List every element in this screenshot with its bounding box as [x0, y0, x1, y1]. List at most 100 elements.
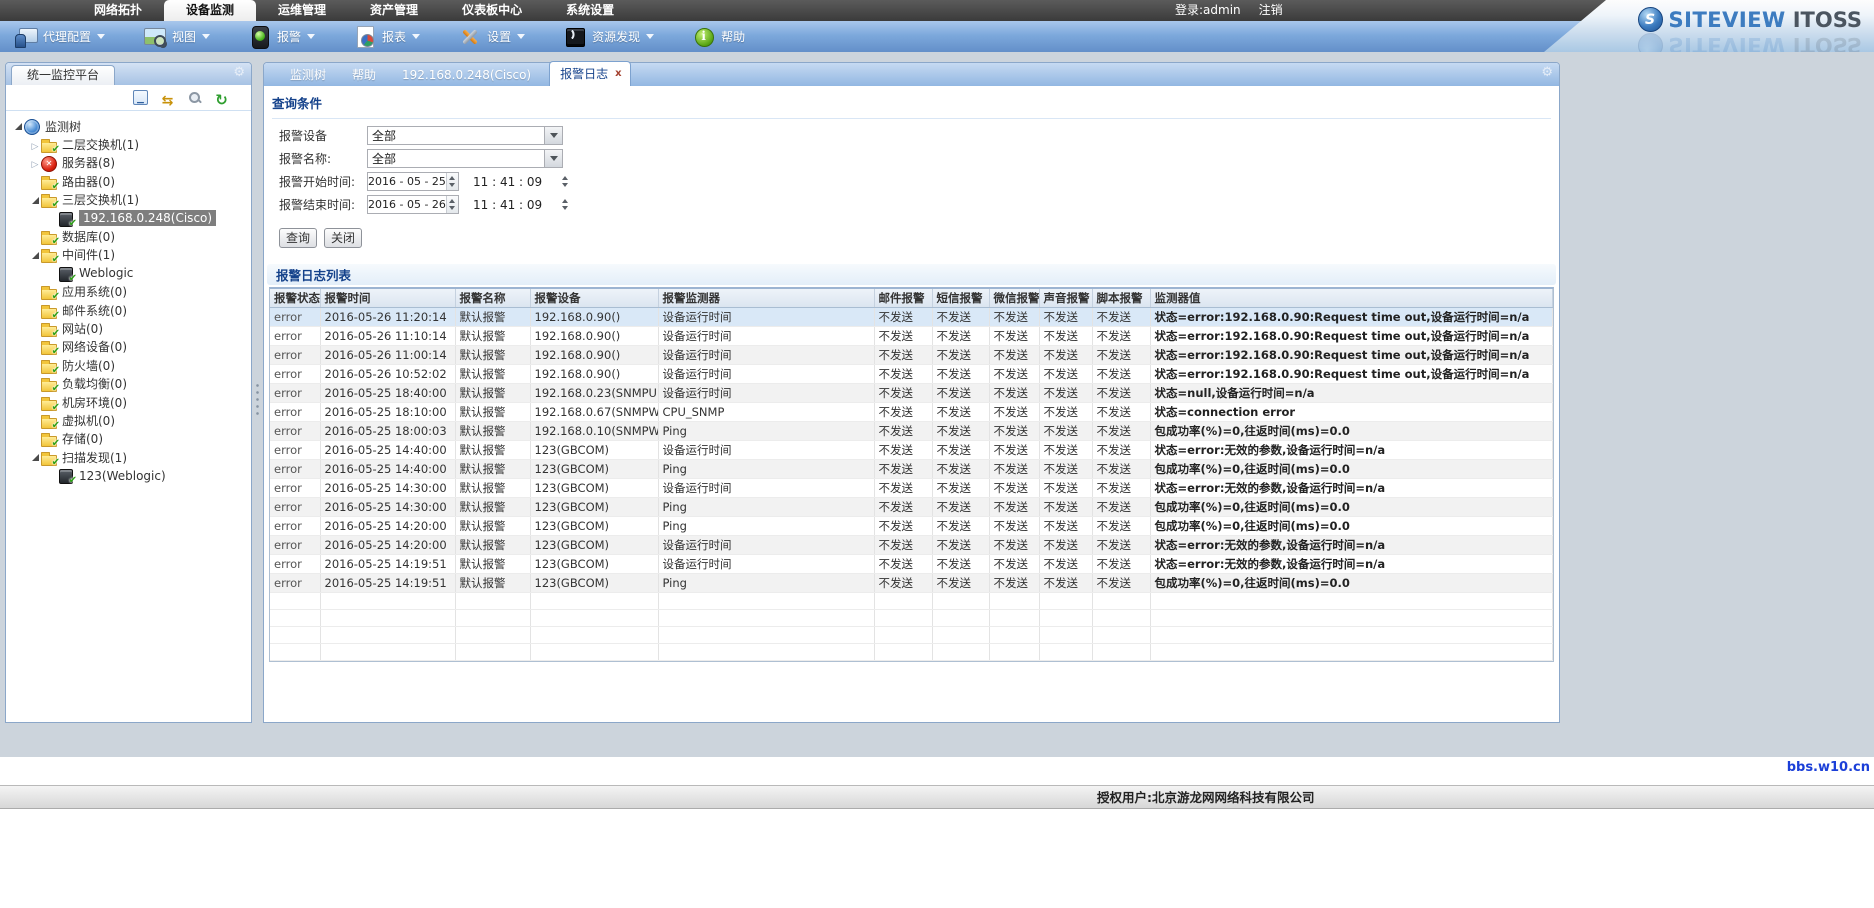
table-row[interactable]: error2016-05-26 11:20:14默认报警192.168.0.90… — [270, 308, 1553, 327]
panel-splitter-handle[interactable] — [255, 382, 260, 416]
gear-icon[interactable]: ⚙ — [1541, 65, 1553, 80]
column-header[interactable]: 脚本报警 — [1092, 289, 1150, 308]
menu-item-5[interactable]: 仪表板中心 — [440, 0, 544, 21]
tree-node[interactable]: ✔数据库(0) — [12, 227, 251, 245]
tree-node[interactable]: ✔邮件系统(0) — [12, 301, 251, 319]
tree-node[interactable]: ✔192.168.0.248(Cisco) — [12, 209, 251, 227]
column-header[interactable]: 报警监测器 — [658, 289, 874, 308]
toolbar-button-agent-config[interactable]: 代理配置 — [14, 25, 105, 48]
tree-node[interactable]: ✔防火墙(0) — [12, 356, 251, 374]
toolbar-button-label: 视图 — [172, 28, 196, 45]
close-icon[interactable]: x — [615, 69, 621, 79]
table-row[interactable]: error2016-05-25 14:40:00默认报警123(GBCOM)设备… — [270, 441, 1553, 460]
column-header[interactable]: 声音报警 — [1039, 289, 1092, 308]
column-header[interactable]: 短信报警 — [932, 289, 989, 308]
watermark-link[interactable]: bbs.w10.cn — [1787, 760, 1870, 775]
tree-node[interactable]: 服务器(8) — [12, 154, 251, 172]
menu-item-2[interactable]: 设备监测 — [164, 0, 256, 21]
toolbar-button-tools[interactable]: 设置 — [458, 25, 525, 48]
column-header[interactable]: 监测器值 — [1150, 289, 1553, 308]
tree-node[interactable]: ✔二层交换机(1) — [12, 135, 251, 153]
table-row[interactable]: error2016-05-26 11:10:14默认报警192.168.0.90… — [270, 327, 1553, 346]
date-spinner[interactable] — [446, 196, 458, 213]
column-header[interactable]: 邮件报警 — [874, 289, 932, 308]
query-button[interactable]: 查询 — [279, 228, 317, 248]
tree-node[interactable]: ✔网站(0) — [12, 319, 251, 337]
tree-node[interactable]: ✔三层交换机(1) — [12, 191, 251, 209]
tree-node[interactable]: ✔虚拟机(0) — [12, 411, 251, 429]
alarm-device-select[interactable]: 全部 — [367, 126, 563, 145]
menu-item-6[interactable]: 系统设置 — [544, 0, 636, 21]
tab-2[interactable]: 帮助 — [352, 66, 376, 83]
time-spinner[interactable] — [558, 173, 572, 190]
table-cell: 状态=error:无效的参数,设备运行时间=n/a — [1150, 441, 1553, 460]
table-cell: 不发送 — [989, 460, 1039, 479]
table-row[interactable]: error2016-05-25 14:19:51默认报警123(GBCOM)Pi… — [270, 574, 1553, 593]
menu-item-1[interactable]: 网络拓扑 — [72, 0, 164, 21]
start-date-input[interactable]: 2016 - 05 - 25 — [367, 172, 459, 191]
tree-node[interactable]: ✔123(Weblogic) — [12, 466, 251, 484]
menu-item-4[interactable]: 资产管理 — [348, 0, 440, 21]
tree-expanded-icon[interactable] — [12, 119, 24, 133]
tree-node[interactable]: ✔存储(0) — [12, 430, 251, 448]
tree-node[interactable]: ✔Weblogic — [12, 264, 251, 282]
alarm-name-select[interactable]: 全部 — [367, 149, 563, 168]
column-header[interactable]: 报警状态 — [270, 289, 320, 308]
table-row[interactable]: error2016-05-25 18:10:00默认报警192.168.0.67… — [270, 403, 1553, 422]
column-header[interactable]: 报警设备 — [530, 289, 658, 308]
table-cell: 不发送 — [989, 441, 1039, 460]
logout-link[interactable]: 注销 — [1259, 0, 1283, 21]
tab-1[interactable]: 监测树 — [290, 66, 326, 83]
toolbar-button-help[interactable]: 帮助 — [692, 25, 749, 48]
tree-node[interactable]: ✔应用系统(0) — [12, 283, 251, 301]
tree-collapsed-icon[interactable] — [29, 138, 41, 152]
column-header[interactable]: 报警名称 — [455, 289, 530, 308]
tree-expanded-icon[interactable] — [29, 248, 41, 262]
end-date-input[interactable]: 2016 - 05 - 26 — [367, 195, 459, 214]
tree-expanded-icon[interactable] — [29, 450, 41, 464]
toolbar-button-discovery[interactable]: 资源发现 — [563, 25, 654, 48]
toolbar-button-alarm[interactable]: 报警 — [248, 25, 315, 48]
table-row[interactable]: error2016-05-25 14:30:00默认报警123(GBCOM)Pi… — [270, 498, 1553, 517]
toolbar-button-label: 帮助 — [721, 28, 745, 45]
column-header[interactable]: 微信报警 — [989, 289, 1039, 308]
table-row[interactable]: error2016-05-25 18:40:00默认报警192.168.0.23… — [270, 384, 1553, 403]
chevron-down-icon[interactable] — [544, 150, 562, 167]
toolbar-button-view[interactable]: 视图 — [143, 25, 210, 48]
tree-node[interactable]: ✔扫描发现(1) — [12, 448, 251, 466]
swap-arrows-icon[interactable] — [160, 90, 175, 105]
tree-node[interactable]: ✔网络设备(0) — [12, 338, 251, 356]
tree-node[interactable]: 监测树 — [12, 117, 251, 135]
table-row[interactable]: error2016-05-25 18:00:03默认报警192.168.0.10… — [270, 422, 1553, 441]
sidebar-tab-platform[interactable]: 统一监控平台 — [11, 65, 115, 85]
tree-node[interactable]: ✔路由器(0) — [12, 172, 251, 190]
siteview-logo-icon: S — [1638, 7, 1663, 32]
chevron-down-icon[interactable] — [544, 127, 562, 144]
tab-3[interactable]: 192.168.0.248(Cisco) — [402, 68, 531, 82]
tab-4[interactable]: 报警日志x — [549, 61, 630, 86]
collapse-all-icon[interactable] — [133, 90, 148, 105]
tree-node[interactable]: ✔机房环境(0) — [12, 393, 251, 411]
table-row[interactable]: error2016-05-25 14:20:00默认报警123(GBCOM)设备… — [270, 536, 1553, 555]
table-row[interactable]: error2016-05-25 14:19:51默认报警123(GBCOM)设备… — [270, 555, 1553, 574]
date-spinner[interactable] — [446, 173, 458, 190]
time-spinner[interactable] — [558, 196, 572, 213]
tree-search-icon[interactable] — [187, 90, 202, 105]
close-button[interactable]: 关闭 — [324, 228, 362, 248]
gear-icon[interactable]: ⚙ — [233, 65, 245, 80]
column-header[interactable]: 报警时间 — [320, 289, 455, 308]
table-row[interactable]: error2016-05-26 10:52:02默认报警192.168.0.90… — [270, 365, 1553, 384]
alarm-start-time-label: 报警开始时间: — [279, 173, 367, 190]
table-row[interactable]: error2016-05-25 14:40:00默认报警123(GBCOM)Pi… — [270, 460, 1553, 479]
tree-expanded-icon[interactable] — [29, 193, 41, 207]
toolbar-button-report[interactable]: 报表 — [353, 25, 420, 48]
menu-item-3[interactable]: 运维管理 — [256, 0, 348, 21]
tree-collapsed-icon[interactable] — [29, 156, 41, 170]
tree-node[interactable]: ✔负载均衡(0) — [12, 374, 251, 392]
table-row[interactable]: error2016-05-25 14:30:00默认报警123(GBCOM)设备… — [270, 479, 1553, 498]
table-row[interactable]: error2016-05-25 14:20:00默认报警123(GBCOM)Pi… — [270, 517, 1553, 536]
check-overlay-icon: ✔ — [69, 476, 77, 486]
tree-node[interactable]: ✔中间件(1) — [12, 246, 251, 264]
refresh-icon[interactable] — [214, 90, 229, 105]
table-row[interactable]: error2016-05-26 11:00:14默认报警192.168.0.90… — [270, 346, 1553, 365]
